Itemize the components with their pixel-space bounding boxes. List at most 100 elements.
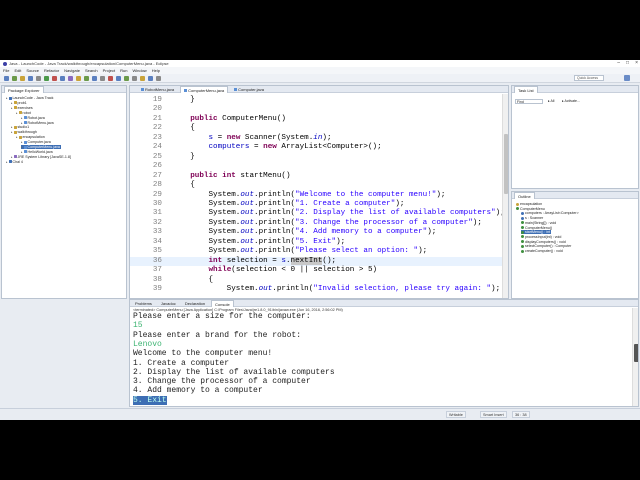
back-icon[interactable]	[140, 76, 145, 81]
editor-scrollbar-thumb[interactable]	[504, 134, 508, 194]
outline-item[interactable]: computers : ArrayList<Computer>	[521, 211, 580, 215]
quick-access-input[interactable]: Quick Access	[574, 75, 604, 81]
package-tree-item[interactable]: ▸ robot	[16, 111, 32, 115]
stop-icon[interactable]	[108, 76, 113, 81]
tab-task-list[interactable]: Task List	[514, 86, 538, 93]
next-annotation-icon[interactable]	[116, 76, 121, 81]
code-line: 33 System.out.println("4. Add memory to …	[130, 228, 502, 237]
expand-arrow-icon[interactable]: ▸	[21, 150, 23, 154]
package-tree-item[interactable]: ▸ Chal 4	[6, 160, 24, 164]
forward-icon[interactable]	[148, 76, 153, 81]
outline-item[interactable]: s : Scanner	[521, 216, 544, 220]
outline-item[interactable]: ComputerMenu()	[521, 226, 553, 230]
menu-refactor[interactable]: Refactor	[44, 68, 59, 73]
last-edit-icon[interactable]	[132, 76, 137, 81]
package-tree-item[interactable]: ▸ Robot.java	[21, 116, 46, 120]
menu-help[interactable]: Help	[152, 68, 160, 73]
code-line: 29 System.out.println("Welcome to the co…	[130, 191, 502, 200]
package-tree-item[interactable]: ▸ ComputerMenu.java	[21, 145, 61, 149]
code-token: {	[172, 275, 214, 284]
editor-tab[interactable]: ComputerMenu.java	[180, 86, 229, 93]
package-tree-item[interactable]: ▸ walkthrough	[11, 130, 38, 134]
editor-vertical-scrollbar[interactable]	[502, 94, 508, 298]
task-filter-all[interactable]: ▸ All	[548, 99, 554, 103]
expand-arrow-icon[interactable]: ▸	[11, 101, 13, 105]
outline-item[interactable]: startMenu() : int	[521, 230, 552, 235]
new-package-icon[interactable]	[76, 76, 81, 81]
pin-icon[interactable]	[156, 76, 161, 81]
print-icon[interactable]	[28, 76, 33, 81]
package-tree-item[interactable]: ▸ prob1	[11, 101, 28, 105]
console-vertical-scrollbar[interactable]	[632, 308, 638, 406]
expand-arrow-icon[interactable]: ▸	[11, 106, 13, 110]
tab-outline[interactable]: Outline	[514, 192, 535, 199]
tab-javadoc[interactable]: Javadoc	[158, 300, 179, 307]
menu-source[interactable]: Source	[26, 68, 39, 73]
menu-navigate[interactable]: Navigate	[64, 68, 80, 73]
console-line: 2. Display the list of available compute…	[133, 367, 335, 377]
outline-item[interactable]: encapsulation	[516, 202, 543, 206]
code-token: public	[190, 171, 218, 180]
maximize-button[interactable]: □	[626, 60, 629, 67]
expand-arrow-icon[interactable]: ▸	[11, 125, 13, 129]
task-filter-activate[interactable]: ▸ Activate...	[562, 99, 580, 103]
outline-item[interactable]: main(String[]) : void	[521, 221, 557, 225]
search-icon[interactable]	[100, 76, 105, 81]
menu-run[interactable]: Run	[120, 68, 127, 73]
java-perspective-icon[interactable]	[624, 75, 630, 81]
outline-item[interactable]: displayComputers() : void	[521, 240, 567, 244]
expand-arrow-icon[interactable]: ▸	[16, 111, 18, 115]
package-tree-item[interactable]: ▸ LaunchCode - Java Track	[6, 96, 54, 100]
expand-arrow-icon[interactable]: ▸	[21, 116, 23, 120]
expand-arrow-icon[interactable]: ▸	[21, 145, 23, 149]
package-tree-item[interactable]: ▸ JRE System Library [JavaSE-1.8]	[11, 155, 72, 159]
tab-console[interactable]: Console	[211, 300, 234, 307]
package-tree-item[interactable]: ▸ HelloWorld.java	[21, 150, 54, 154]
menu-search[interactable]: Search	[85, 68, 98, 73]
save-icon[interactable]	[12, 76, 17, 81]
package-tree-item[interactable]: ▸ Computer.java	[21, 140, 52, 144]
method-icon	[521, 235, 524, 239]
expand-arrow-icon[interactable]: ▸	[6, 160, 8, 164]
code-line: 35 System.out.println("Please select an …	[130, 247, 502, 256]
code-area[interactable]: 19 } 20 21 public ComputerMenu() 22 {23 s =…	[130, 96, 505, 298]
editor-tab[interactable]: RobotMenu.java	[138, 86, 177, 93]
expand-arrow-icon[interactable]: ▸	[11, 155, 13, 159]
console-output[interactable]: Please enter a size for the computer: 15 P…	[130, 312, 630, 406]
outline-item[interactable]: selectComputer() : Computer	[521, 244, 572, 248]
package-tree-item[interactable]: ▸ studio1	[11, 125, 30, 129]
close-button[interactable]: ×	[635, 60, 638, 67]
expand-arrow-icon[interactable]: ▸	[16, 135, 18, 139]
console-scrollbar-thumb[interactable]	[634, 344, 638, 362]
debug-icon[interactable]	[44, 76, 49, 81]
expand-arrow-icon[interactable]: ▸	[21, 140, 23, 144]
expand-arrow-icon[interactable]: ▸	[21, 121, 23, 125]
editor-tab[interactable]: Computer.java	[231, 86, 267, 93]
external-tools-icon[interactable]	[60, 76, 65, 81]
menu-file[interactable]: File	[3, 68, 9, 73]
outline-item[interactable]: createComputer() : void	[521, 249, 564, 253]
toggle-icon[interactable]	[36, 76, 41, 81]
tab-problems[interactable]: Problems	[132, 300, 155, 307]
new-java-project-icon[interactable]	[68, 76, 73, 81]
open-type-icon[interactable]	[92, 76, 97, 81]
save-all-icon[interactable]	[20, 76, 25, 81]
tab-package-explorer[interactable]: Package Explorer	[4, 86, 44, 93]
task-find-input[interactable]: Find	[515, 99, 543, 104]
tab-declaration[interactable]: Declaration	[182, 300, 208, 307]
menu-project[interactable]: Project	[103, 68, 115, 73]
expand-arrow-icon[interactable]: ▸	[11, 130, 13, 134]
package-tree-item[interactable]: ▸ RobotMenu.java	[21, 121, 55, 125]
previous-annotation-icon[interactable]	[124, 76, 129, 81]
outline-item[interactable]: ComputerMenu	[516, 207, 546, 211]
package-tree-item[interactable]: ▸ encapsulation	[16, 135, 46, 139]
run-icon[interactable]	[52, 76, 57, 81]
outline-item[interactable]: processInput(int) : void	[521, 235, 562, 239]
menu-edit[interactable]: Edit	[14, 68, 21, 73]
new-class-icon[interactable]	[84, 76, 89, 81]
package-tree-item[interactable]: ▸ exercises	[11, 106, 34, 110]
new-icon[interactable]	[4, 76, 9, 81]
minimize-button[interactable]: –	[617, 60, 620, 67]
expand-arrow-icon[interactable]: ▸	[6, 96, 8, 100]
menu-window[interactable]: Window	[132, 68, 146, 73]
